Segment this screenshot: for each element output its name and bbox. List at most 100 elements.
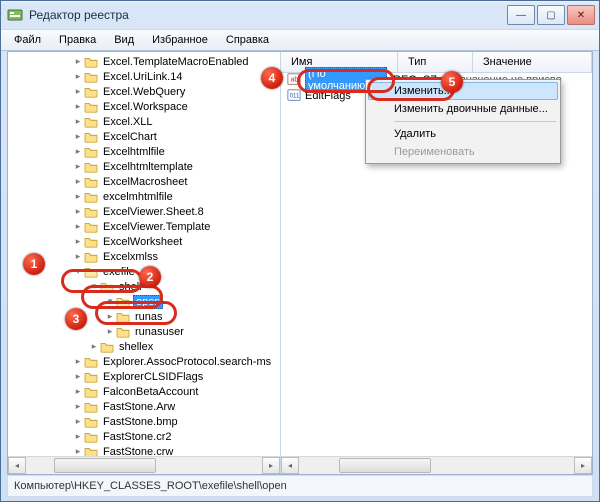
twisty-icon[interactable]: ▸: [72, 56, 84, 67]
twisty-icon[interactable]: ▸: [104, 326, 116, 337]
tree-node[interactable]: ▸ ExcelViewer.Sheet.8: [8, 204, 280, 219]
tree-node-label: Excelhtmlfile: [101, 146, 167, 158]
twisty-icon[interactable]: ▸: [72, 416, 84, 427]
tree-node[interactable]: ▸Excel.Workspace: [8, 99, 280, 114]
column-type[interactable]: Тип: [398, 52, 473, 72]
tree-node[interactable]: ▸ FalconBetaAccount: [8, 384, 280, 399]
twisty-icon[interactable]: ▸: [72, 191, 84, 202]
tree-node[interactable]: ▸shellex: [8, 339, 280, 354]
twisty-icon[interactable]: ▸: [72, 116, 84, 127]
twisty-icon[interactable]: ▸: [72, 146, 84, 157]
window-title: Редактор реестра: [29, 8, 507, 22]
twisty-icon[interactable]: ▸: [88, 341, 100, 352]
tree-node[interactable]: ▸FastStone.bmp: [8, 414, 280, 429]
twisty-icon[interactable]: ▸: [104, 311, 116, 322]
twisty-icon[interactable]: ▸: [72, 161, 84, 172]
tree-node[interactable]: ▾open: [8, 294, 280, 309]
tree-node[interactable]: ▸Excel.UriLink.14: [8, 69, 280, 84]
tree-node[interactable]: ▸ FastStone.crw: [8, 444, 280, 456]
scroll-left-button[interactable]: ◂: [281, 457, 299, 474]
tree-node[interactable]: ▸ Excel.WebQuery: [8, 84, 280, 99]
tree-node-label: FastStone.Arw: [101, 401, 177, 413]
tree-node-label: ExcelViewer.Template: [101, 221, 212, 233]
scroll-right-button[interactable]: ▸: [262, 457, 280, 474]
twisty-icon[interactable]: ▸: [72, 371, 84, 382]
tree-node[interactable]: ▸excelmhtmlfile: [8, 189, 280, 204]
twisty-icon[interactable]: ▸: [72, 176, 84, 187]
tree-node-label: ExcelChart: [101, 131, 159, 143]
ctx-rename[interactable]: Переименовать: [368, 143, 558, 161]
close-button[interactable]: ✕: [567, 5, 595, 25]
twisty-icon[interactable]: ▾: [104, 296, 116, 307]
ctx-modify-binary[interactable]: Изменить двоичные данные...: [368, 100, 558, 118]
twisty-icon[interactable]: ▸: [72, 386, 84, 397]
values-pane: Имя Тип Значение ab(По умолчанию)REG_SZ(…: [281, 52, 592, 474]
menu-edit[interactable]: Правка: [50, 31, 105, 49]
tree-node-label: Explorer.AssocProtocol.search-ms: [101, 356, 273, 368]
regedit-icon: [7, 7, 23, 23]
body: ▸Excel.TemplateMacroEnabled▸Excel.UriLin…: [7, 51, 593, 475]
tree-pane: ▸Excel.TemplateMacroEnabled▸Excel.UriLin…: [8, 52, 281, 474]
twisty-icon[interactable]: ▸: [72, 431, 84, 442]
tree-node[interactable]: ▸ExplorerCLSIDFlags: [8, 369, 280, 384]
tree-node[interactable]: ▸Excelhtmltemplate: [8, 159, 280, 174]
registry-tree[interactable]: ▸Excel.TemplateMacroEnabled▸Excel.UriLin…: [8, 52, 280, 456]
tree-node[interactable]: ▸Excel.TemplateMacroEnabled: [8, 54, 280, 69]
twisty-icon[interactable]: ▸: [72, 131, 84, 142]
tree-node[interactable]: ▸ Excel.XLL: [8, 114, 280, 129]
tree-node[interactable]: ▸ ExcelViewer.Template: [8, 219, 280, 234]
titlebar[interactable]: Редактор реестра — ▢ ✕: [1, 1, 599, 29]
tree-node-label: FalconBetaAccount: [101, 386, 200, 398]
tree-node[interactable]: ▸ FastStone.Arw: [8, 399, 280, 414]
menubar: Файл Правка Вид Избранное Справка: [1, 29, 599, 51]
scroll-thumb[interactable]: [339, 458, 431, 473]
menu-help[interactable]: Справка: [217, 31, 278, 49]
twisty-icon[interactable]: ▸: [72, 206, 84, 217]
tree-node-label: ExcelWorksheet: [101, 236, 184, 248]
twisty-icon[interactable]: ▸: [72, 251, 84, 262]
twisty-icon[interactable]: ▸: [72, 221, 84, 232]
tree-node[interactable]: ▸runasuser: [8, 324, 280, 339]
tree-node[interactable]: ▸ ExcelChart: [8, 129, 280, 144]
twisty-icon[interactable]: ▸: [72, 446, 84, 456]
ctx-modify[interactable]: Изменить...: [368, 82, 558, 100]
tree-node-label: Excel.XLL: [101, 116, 155, 128]
twisty-icon[interactable]: ▸: [72, 401, 84, 412]
twisty-icon[interactable]: ▸: [72, 236, 84, 247]
tree-node-label: ExcelViewer.Sheet.8: [101, 206, 206, 218]
value-icon: ab: [287, 72, 301, 89]
scroll-track[interactable]: [299, 458, 574, 473]
twisty-icon[interactable]: ▸: [72, 356, 84, 367]
menu-file[interactable]: Файл: [5, 31, 50, 49]
twisty-icon[interactable]: ▾: [88, 281, 100, 292]
tree-node[interactable]: ▸runas: [8, 309, 280, 324]
menu-favorites[interactable]: Избранное: [143, 31, 217, 49]
svg-text:011: 011: [290, 92, 300, 99]
tree-node-label: Excel.WebQuery: [101, 86, 187, 98]
values-horizontal-scrollbar[interactable]: ◂ ▸: [281, 456, 592, 474]
scroll-left-button[interactable]: ◂: [8, 457, 26, 474]
menu-view[interactable]: Вид: [105, 31, 143, 49]
twisty-icon[interactable]: ▸: [72, 86, 84, 97]
scroll-thumb[interactable]: [54, 458, 156, 473]
ctx-delete[interactable]: Удалить: [368, 125, 558, 143]
registry-editor-window: Редактор реестра — ▢ ✕ Файл Правка Вид И…: [0, 0, 600, 502]
twisty-icon[interactable]: ▸: [72, 101, 84, 112]
twisty-icon[interactable]: ▾: [72, 266, 84, 277]
tree-node[interactable]: ▾exefile: [8, 264, 280, 279]
scroll-right-button[interactable]: ▸: [574, 457, 592, 474]
tree-node[interactable]: ▸ Explorer.AssocProtocol.search-ms: [8, 354, 280, 369]
tree-node-label: FastStone.crw: [101, 446, 175, 457]
minimize-button[interactable]: —: [507, 5, 535, 25]
tree-node[interactable]: ▸ Excelhtmlfile: [8, 144, 280, 159]
tree-horizontal-scrollbar[interactable]: ◂ ▸: [8, 456, 280, 474]
tree-node[interactable]: ▸ ExcelWorksheet: [8, 234, 280, 249]
column-value[interactable]: Значение: [473, 52, 592, 72]
twisty-icon[interactable]: ▸: [72, 71, 84, 82]
scroll-track[interactable]: [26, 458, 262, 473]
tree-node[interactable]: ▸FastStone.cr2: [8, 429, 280, 444]
maximize-button[interactable]: ▢: [537, 5, 565, 25]
tree-node[interactable]: ▸Excelxmlss: [8, 249, 280, 264]
tree-node[interactable]: ▸ExcelMacrosheet: [8, 174, 280, 189]
tree-node[interactable]: ▾shell: [8, 279, 280, 294]
